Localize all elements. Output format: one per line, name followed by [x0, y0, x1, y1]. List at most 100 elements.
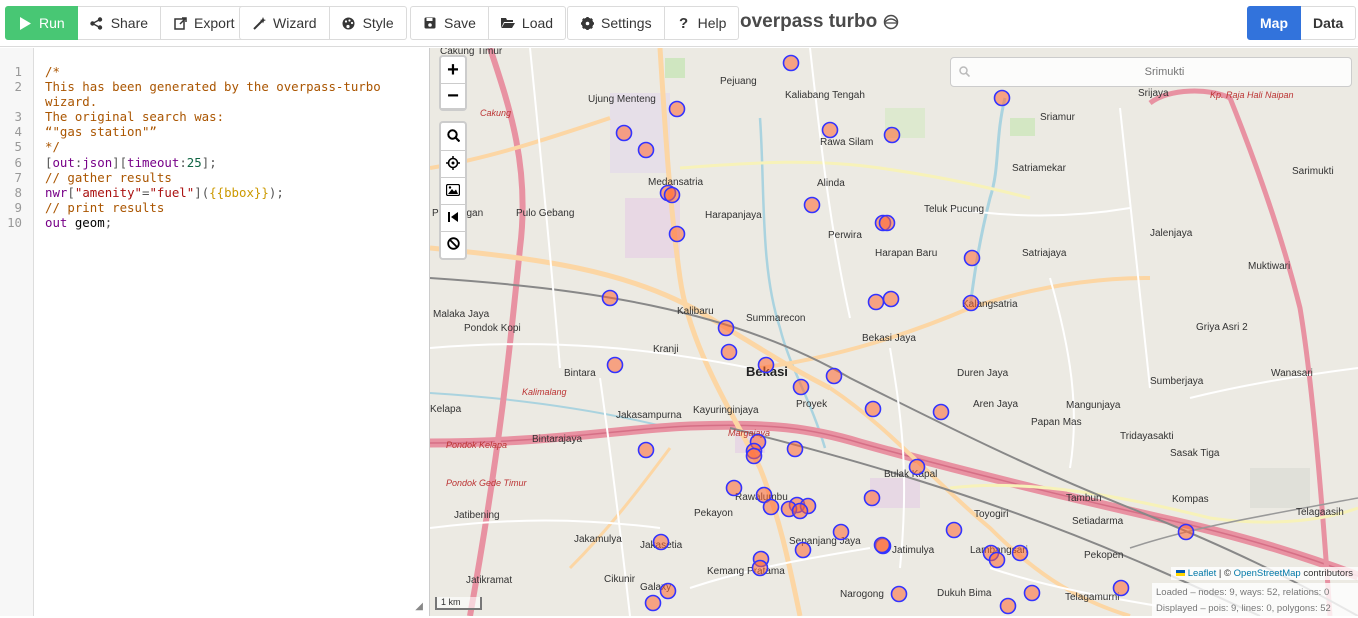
- gas-station-marker[interactable]: [873, 536, 891, 554]
- share-button[interactable]: Share: [77, 6, 162, 40]
- gas-station-marker[interactable]: [932, 403, 950, 421]
- gas-station-marker[interactable]: [717, 319, 735, 337]
- zoom-to-data-button[interactable]: [441, 204, 465, 231]
- gas-station-marker[interactable]: [945, 521, 963, 539]
- gas-station-marker[interactable]: [882, 290, 900, 308]
- gas-station-marker[interactable]: [659, 582, 677, 600]
- osm-link[interactable]: OpenStreetMap: [1234, 568, 1301, 579]
- gas-station-marker[interactable]: [720, 343, 738, 361]
- clear-button[interactable]: [441, 231, 465, 258]
- map-search-input[interactable]: [978, 66, 1351, 78]
- gas-station-marker[interactable]: [988, 551, 1006, 569]
- code-token-punct: :: [179, 154, 187, 170]
- gas-station-marker[interactable]: [867, 293, 885, 311]
- gas-station-marker[interactable]: [786, 440, 804, 458]
- code-text: This has been generated by the overpass-…: [45, 79, 381, 95]
- code-line: 8 nwr["amenity"="fuel"]({{bbox}});: [0, 185, 430, 200]
- gas-station-marker[interactable]: [745, 447, 763, 465]
- line-number: 9: [14, 199, 22, 215]
- settings-button[interactable]: Settings: [567, 6, 665, 40]
- code-line: 2 This has been generated by the overpass…: [0, 79, 430, 94]
- style-button[interactable]: Style: [329, 6, 407, 40]
- gas-station-marker[interactable]: [782, 54, 800, 72]
- app-title: overpass turbo: [740, 11, 899, 33]
- code-text: nwr["amenity"="fuel"]({{bbox}});: [45, 185, 284, 200]
- code-token-keyword: nwr: [45, 184, 68, 200]
- gas-station-marker[interactable]: [883, 126, 901, 144]
- gas-station-marker[interactable]: [963, 249, 981, 267]
- gas-station-marker[interactable]: [601, 289, 619, 307]
- gas-station-marker[interactable]: [757, 356, 775, 374]
- code-line: 10 out geom;: [0, 215, 430, 230]
- gas-station-marker[interactable]: [864, 400, 882, 418]
- gas-station-marker[interactable]: [962, 294, 980, 312]
- gas-station-marker[interactable]: [762, 498, 780, 516]
- gas-station-marker[interactable]: [751, 559, 769, 577]
- line-number: 1: [14, 64, 22, 79]
- gas-station-marker[interactable]: [668, 100, 686, 118]
- code-lines: 1 /* 2 This has been generated by the over…: [0, 64, 430, 230]
- gas-station-marker[interactable]: [652, 533, 670, 551]
- search-icon: [959, 64, 971, 80]
- share-icon: [90, 16, 104, 30]
- gas-station-marker[interactable]: [644, 594, 662, 612]
- question-icon: ?: [679, 14, 689, 32]
- save-button[interactable]: Save: [410, 6, 489, 40]
- tab-map[interactable]: Map: [1247, 6, 1301, 40]
- run-label: Run: [39, 15, 65, 31]
- zoom-control: + −: [439, 55, 467, 111]
- gas-station-marker[interactable]: [1023, 584, 1041, 602]
- line-number: 4: [14, 124, 22, 140]
- gas-station-marker[interactable]: [663, 186, 681, 204]
- layers-button[interactable]: [441, 177, 465, 204]
- gas-station-marker[interactable]: [615, 124, 633, 142]
- tab-data[interactable]: Data: [1301, 6, 1357, 40]
- gas-station-marker[interactable]: [890, 585, 908, 603]
- gas-station-marker[interactable]: [1177, 523, 1195, 541]
- code-line: wizard.: [0, 94, 430, 109]
- gas-station-marker[interactable]: [792, 378, 810, 396]
- gas-station-marker[interactable]: [1112, 579, 1130, 597]
- gas-station-marker[interactable]: [637, 441, 655, 459]
- wizard-button[interactable]: Wizard: [239, 6, 330, 40]
- gas-station-marker[interactable]: [668, 225, 686, 243]
- zoom-out-button[interactable]: −: [441, 83, 465, 109]
- gas-station-marker[interactable]: [832, 523, 850, 541]
- gas-station-marker[interactable]: [803, 196, 821, 214]
- leaflet-link[interactable]: Leaflet: [1188, 568, 1217, 579]
- gas-station-marker[interactable]: [606, 356, 624, 374]
- map-view[interactable]: Cakung Timur Pejuang Kaliabang Tengah Sr…: [430, 48, 1358, 616]
- load-label: Load: [521, 15, 554, 31]
- attribution-suffix: contributors: [1300, 568, 1353, 579]
- gas-station-marker[interactable]: [791, 502, 809, 520]
- gas-station-marker[interactable]: [878, 214, 896, 232]
- gas-station-marker[interactable]: [863, 489, 881, 507]
- export-button[interactable]: Export: [161, 6, 248, 40]
- line-number: 5: [14, 139, 22, 155]
- locate-button[interactable]: [441, 150, 465, 177]
- gas-station-marker[interactable]: [908, 458, 926, 476]
- gas-station-marker[interactable]: [637, 141, 655, 159]
- search-button[interactable]: [441, 123, 465, 150]
- view-tabs: Map Data: [1247, 6, 1357, 40]
- data-stats: Loaded – nodes: 9, ways: 52, relations: …: [1152, 583, 1358, 616]
- gas-station-marker[interactable]: [1011, 544, 1029, 562]
- gas-station-marker[interactable]: [993, 89, 1011, 107]
- line-number: 10: [7, 214, 22, 230]
- gas-station-marker[interactable]: [725, 479, 743, 497]
- gas-station-marker[interactable]: [794, 541, 812, 559]
- save-label: Save: [444, 15, 476, 31]
- gas-station-marker[interactable]: [825, 367, 843, 385]
- toolbar: Run Share Export Wizard Style Save Load: [0, 0, 1358, 47]
- help-button[interactable]: ? Help: [664, 6, 740, 40]
- load-button[interactable]: Load: [488, 6, 567, 40]
- resize-handle-icon[interactable]: ◢: [415, 601, 423, 612]
- gas-station-marker[interactable]: [999, 597, 1017, 615]
- attribution: Leaflet | © OpenStreetMap contributors: [1170, 567, 1358, 580]
- query-editor[interactable]: 1 /* 2 This has been generated by the over…: [0, 48, 430, 616]
- gas-station-marker[interactable]: [821, 121, 839, 139]
- zoom-in-button[interactable]: +: [441, 57, 465, 83]
- code-line: 3 The original search was:: [0, 109, 430, 124]
- scale-bar: 1 km: [435, 597, 482, 610]
- run-button[interactable]: Run: [5, 6, 78, 40]
